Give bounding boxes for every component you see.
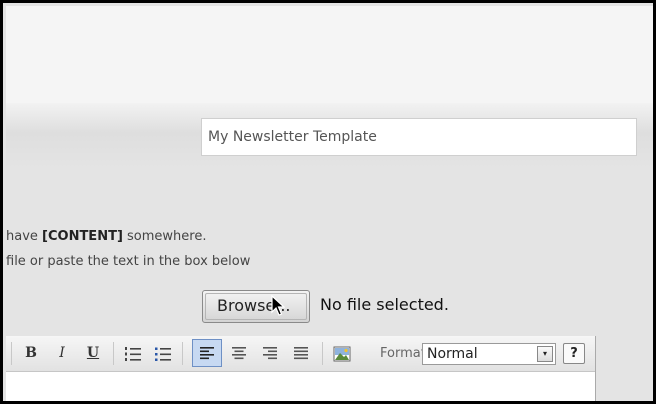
format-label: Format [380,346,426,361]
bold-button[interactable]: B [20,343,42,364]
chevron-down-icon[interactable]: ▾ [537,346,553,362]
unordered-list-icon [155,347,171,361]
top-bar [6,6,653,104]
format-select-value: Normal [427,346,478,362]
file-status-text: No file selected. [320,295,449,314]
align-left-icon [200,347,214,360]
browse-button[interactable]: Browse... [202,290,310,323]
editor-toolbar: B I U Format Normal ▾ ? [6,336,595,372]
insert-image-button[interactable] [331,343,353,364]
help-text-content-tag: have [CONTENT] somewhere. [6,229,206,244]
help-text-prefix: have [6,229,43,244]
align-justify-button[interactable] [290,343,312,364]
help-button[interactable]: ? [563,343,585,364]
help-icon: ? [570,346,578,361]
ordered-list-button[interactable] [122,343,144,364]
align-justify-icon [294,347,308,360]
italic-button[interactable]: I [51,343,73,364]
italic-icon: I [59,345,65,361]
content-token: [CONTENT] [42,229,123,244]
browse-button-focus-ring [205,293,307,320]
help-text-suffix: somewhere. [122,229,207,244]
underline-button[interactable]: U [82,343,104,364]
align-center-icon [232,347,246,360]
toolbar-separator [182,342,183,365]
align-center-button[interactable] [228,343,250,364]
align-left-button[interactable] [192,339,222,367]
bold-icon: B [25,345,37,361]
toolbar-separator [322,342,323,365]
ordered-list-icon [125,347,141,361]
format-select[interactable]: Normal ▾ [422,343,556,365]
toolbar-separator [113,342,114,365]
toolbar-separator [11,342,12,365]
align-right-button[interactable] [259,343,281,364]
unordered-list-button[interactable] [152,343,174,364]
template-name-input[interactable]: My Newsletter Template [201,118,637,156]
underline-icon: U [86,345,100,361]
rich-text-editor[interactable]: B I U Format Normal ▾ ? [6,336,596,401]
help-text-upload: file or paste the text in the box below [6,254,251,269]
align-right-icon [263,347,277,360]
window-frame: My Newsletter Template have [CONTENT] so… [0,0,656,404]
insert-image-icon [333,346,351,362]
mouse-pointer-icon [271,295,285,316]
